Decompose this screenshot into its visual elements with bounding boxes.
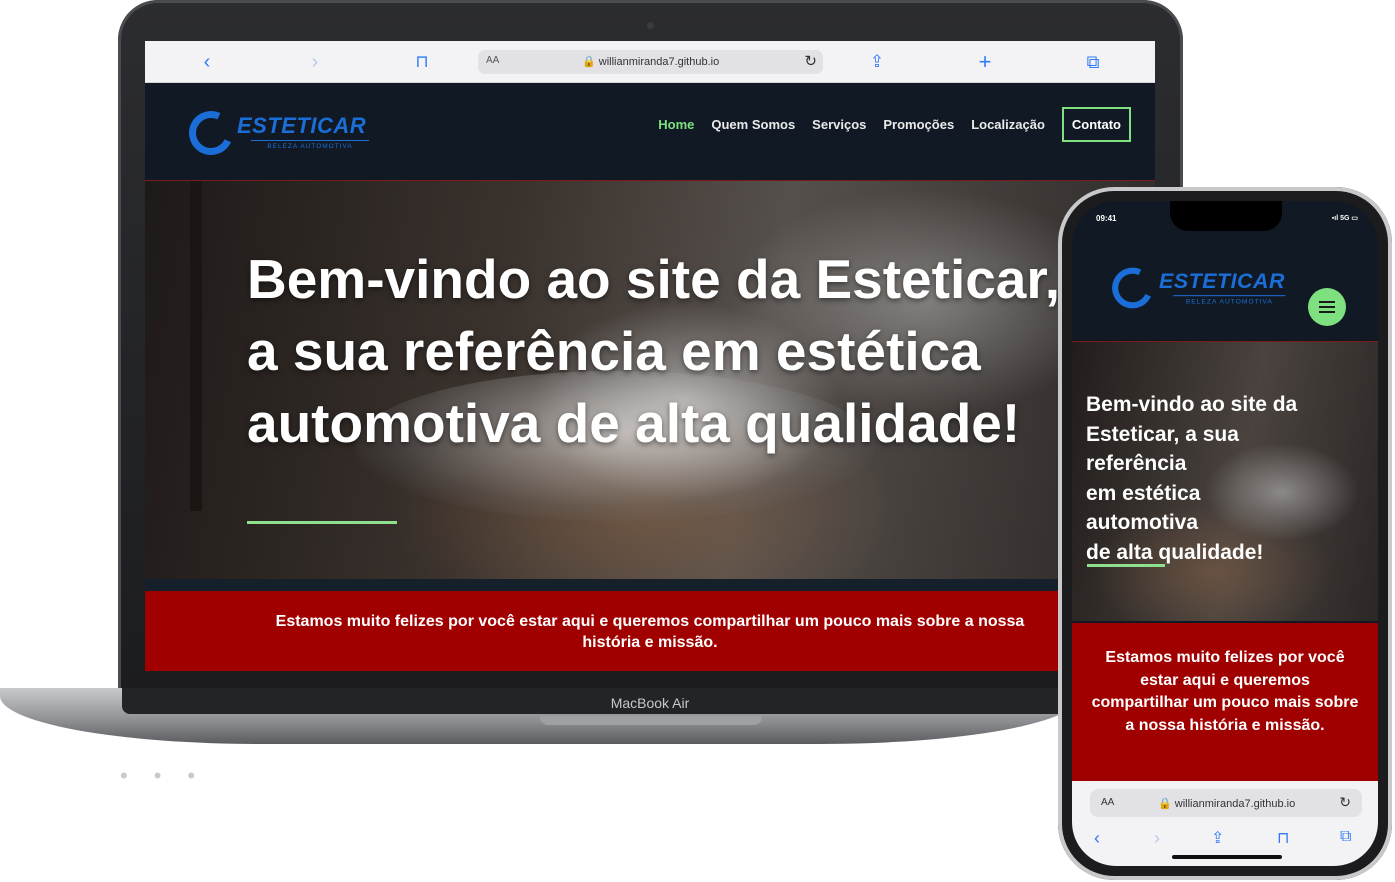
logo-wordmark: ESTETICAR: [237, 113, 367, 138]
phone-browser-toolbar: AA 🔒 willianmiranda7.github.io ↻ ‹ › ⇪ ⊓…: [1072, 781, 1378, 866]
main-nav: Home Quem Somos Serviços Promoções Local…: [658, 107, 1131, 142]
phone-hero-line: Esteticar, a sua: [1086, 422, 1239, 446]
section-divider: [145, 579, 1155, 591]
phone-hero-line: em estética: [1086, 481, 1201, 505]
intro-text: Estamos muito felizes por você estar aqu…: [275, 613, 1025, 651]
phone-intro-band: Estamos muito felizes por você estar aqu…: [1072, 623, 1378, 781]
phone-hero-title: Bem-vindo ao site da Esteticar, a sua re…: [1086, 390, 1366, 567]
phone-logo-e-icon: [1106, 261, 1159, 315]
hero-title: Bem-vindo ao site da Esteticar, a sua re…: [247, 248, 1061, 454]
esteticar-logo[interactable]: ESTETICAR BELEZA AUTOMOTIVA: [182, 104, 374, 162]
hero-image-pole: [190, 181, 202, 511]
url-text: 🔒 willianmiranda7.github.io: [582, 56, 720, 68]
hamburger-line: [1319, 311, 1335, 313]
phone-forward-icon[interactable]: ›: [1154, 828, 1160, 849]
phone-hero-section: Bem-vindo ao site da Esteticar, a sua re…: [1072, 341, 1378, 621]
phone-hero-line: de alta qualidade!: [1086, 540, 1264, 564]
bookmarks-icon[interactable]: ⊓: [410, 50, 434, 74]
phone-url-text: 🔒 willianmiranda7.github.io: [1158, 798, 1296, 810]
device-mockup: MacBook Air ••• ‹ › ⊓ AA 🔒 willianmirand…: [0, 0, 1395, 882]
phone-hero-line: automotiva: [1086, 511, 1199, 534]
hamburger-menu-button[interactable]: [1308, 288, 1346, 326]
laptop-notch: [540, 716, 762, 725]
back-icon[interactable]: ‹: [195, 50, 219, 74]
status-time: 09:41: [1096, 214, 1117, 223]
hero-section: Bem-vindo ao site da Esteticar, a sua re…: [145, 181, 1155, 591]
decorative-dots: •••: [120, 763, 222, 788]
reload-icon[interactable]: ↻: [804, 52, 817, 70]
nav-home[interactable]: Home: [658, 117, 694, 132]
phone-reader-aa-button[interactable]: AA: [1101, 797, 1114, 808]
reader-aa-button[interactable]: AA: [486, 55, 499, 66]
forward-icon[interactable]: ›: [303, 50, 327, 74]
phone-bookmarks-icon[interactable]: ⊓: [1277, 828, 1289, 848]
tabs-icon[interactable]: ⧉: [1081, 50, 1105, 74]
status-icons: ▪ıl 5G ▭: [1331, 215, 1358, 222]
new-tab-icon[interactable]: +: [973, 50, 997, 74]
phone-hero-underline-accent: [1087, 564, 1165, 567]
phone-hero-line: referência: [1086, 452, 1187, 475]
logo-e-icon: [182, 104, 240, 162]
laptop-screen: ‹ › ⊓ AA 🔒 willianmiranda7.github.io ↻ ⇪…: [145, 41, 1155, 671]
nav-localizacao[interactable]: Localização: [971, 117, 1045, 132]
intro-band: Estamos muito felizes por você estar aqu…: [145, 591, 1155, 671]
hamburger-line: [1319, 301, 1335, 303]
browser-toolbar: ‹ › ⊓ AA 🔒 willianmiranda7.github.io ↻ ⇪…: [145, 41, 1155, 83]
nav-promocoes[interactable]: Promoções: [883, 117, 954, 132]
hero-underline-accent: [247, 521, 397, 524]
phone-site-header: ESTETICAR BELEZA AUTOMOTIVA: [1072, 231, 1378, 341]
address-bar[interactable]: AA 🔒 willianmiranda7.github.io ↻: [478, 50, 823, 74]
phone-intro-text: Estamos muito felizes por você estar aqu…: [1091, 649, 1359, 734]
site-header: ESTETICAR BELEZA AUTOMOTIVA Home Quem So…: [145, 83, 1155, 181]
phone-reload-icon[interactable]: ↻: [1339, 794, 1351, 811]
phone-back-icon[interactable]: ‹: [1094, 828, 1100, 849]
nav-quem-somos[interactable]: Quem Somos: [711, 117, 795, 132]
phone-tabs-icon[interactable]: ⧉: [1340, 828, 1351, 846]
hamburger-line: [1319, 306, 1335, 308]
phone-logo-tagline: BELEZA AUTOMOTIVA: [1173, 295, 1286, 305]
phone-hero-line: Bem-vindo ao site da: [1086, 393, 1298, 416]
phone-home-indicator[interactable]: [1172, 855, 1282, 859]
phone-frame: ESTETICAR BELEZA AUTOMOTIVA 09:41 ▪ıl 5G…: [1058, 187, 1392, 880]
nav-servicos[interactable]: Serviços: [812, 117, 866, 132]
phone-address-bar[interactable]: AA 🔒 willianmiranda7.github.io ↻: [1090, 789, 1362, 817]
share-icon[interactable]: ⇪: [865, 50, 889, 74]
phone-logo-wordmark: ESTETICAR: [1159, 269, 1286, 294]
laptop-camera: [647, 22, 654, 29]
phone-screen: ESTETICAR BELEZA AUTOMOTIVA 09:41 ▪ıl 5G…: [1072, 201, 1378, 866]
nav-contato-button[interactable]: Contato: [1061, 107, 1131, 142]
phone-esteticar-logo[interactable]: ESTETICAR BELEZA AUTOMOTIVA: [1106, 261, 1306, 315]
phone-notch: [1170, 201, 1282, 231]
phone-share-icon[interactable]: ⇪: [1211, 828, 1224, 848]
logo-tagline: BELEZA AUTOMOTIVA: [251, 140, 369, 150]
